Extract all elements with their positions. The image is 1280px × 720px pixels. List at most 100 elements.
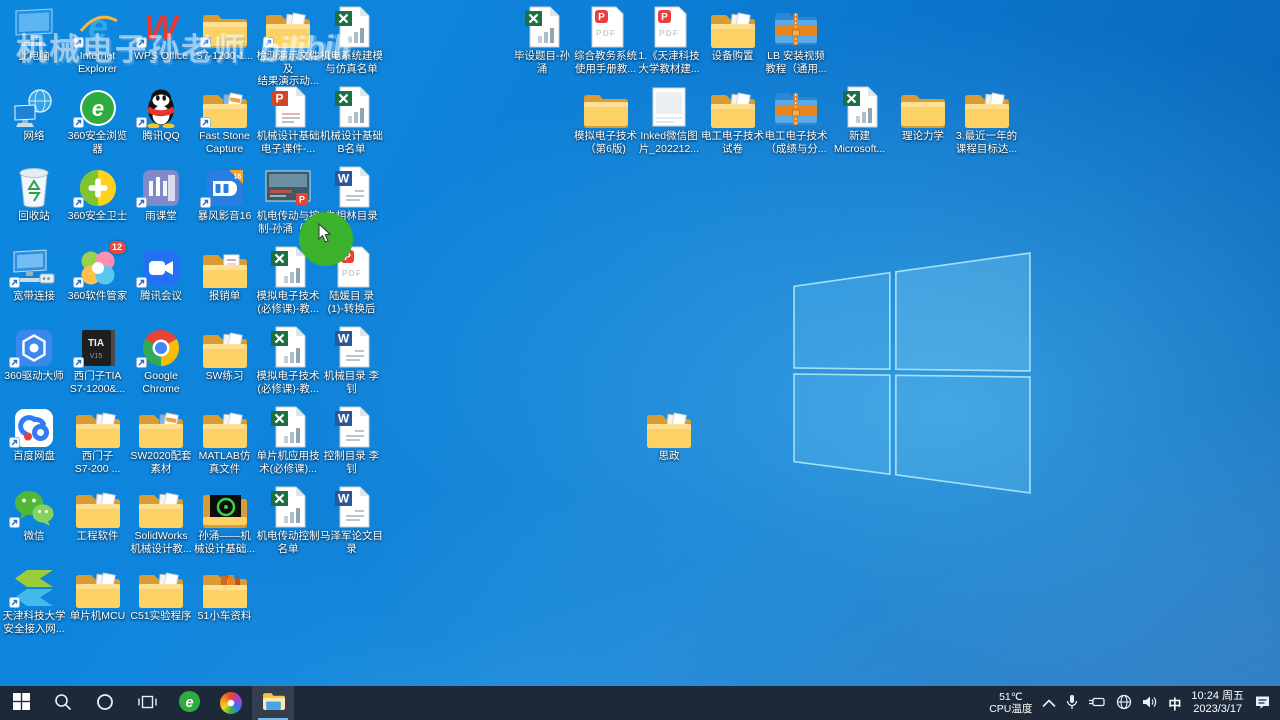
desktop-icon-360-safe-guard[interactable]: 360安全卫士 [66,166,130,223]
taskbar-360-speed-browser-button[interactable] [210,686,252,720]
desktop-icon-mech-dir-li-zhao[interactable]: W 机械目录 李 钊 [320,326,384,395]
icon-label: 机械设计基础 电子课件-... [256,130,320,155]
desktop-icon-mech-design-roster-b[interactable]: 机械设计基础 B名单 [320,86,384,155]
desktop-icon-recycle-bin[interactable]: 回收站 [2,166,66,223]
speaker-icon [1142,695,1158,712]
textbook-construction-icon: P PDF [637,6,701,48]
icon-label: 西门子 S7-200 ... [74,450,121,475]
desktop-icon-lb-install-video[interactable]: LB 安装视频 教程（通用... [764,6,828,75]
svg-text:PDF: PDF [596,28,616,38]
360-browser-icon: e [178,690,201,716]
desktop-icon-course-target[interactable]: 3.最近一年的 课程目标达... [955,86,1019,155]
desktop-icon-elec-exam-papers[interactable]: 电工电子技术 试卷 [701,86,765,155]
tencent-meeting-icon [129,246,193,288]
desktop-icon-network[interactable]: 网络 [2,86,66,143]
yuketang-icon [129,166,193,208]
desktop-icon-51-car-materials[interactable]: 51小车资料 [193,566,257,623]
cpu-temp-widget[interactable]: 51℃ CPU温度 [984,686,1037,720]
desktop-icon-baidu-netdisk[interactable]: 百度网盘 [2,406,66,463]
icon-label: 360安全浏览 器 [67,130,128,155]
desktop-icon-edu-system-manual[interactable]: P PDF 综合教务系统 使用手册教... [574,6,638,75]
desktop-icon-ma-zejun-thesis-dir[interactable]: W 马泽军论文目 录 [320,486,384,555]
search-button[interactable] [42,686,84,720]
desktop-icon-sizheng[interactable]: 思政 [637,406,701,463]
desktop-icon-sunyong-mech-design[interactable]: 孙涌——机 械设计基础... [193,486,257,555]
elec-scores-icon [764,86,828,128]
desktop-icon-engineering-software[interactable]: 工程软件 [66,486,130,543]
taskbar-file-explorer-button[interactable] [252,686,294,720]
broadband-connection-icon [2,246,66,288]
desktop-icon-broadband-connection[interactable]: 宽带连接 [2,246,66,303]
desktop-icon-textbook-construction[interactable]: P PDF 1.《天津科技 大学教材建... [637,6,701,75]
action-center-button[interactable] [1249,686,1276,720]
desktop-icon-sw2020-materials[interactable]: SW2020配套 素材 [129,406,193,475]
cortana-button[interactable] [84,686,126,720]
desktop-icon-demo-files-folder[interactable]: 检测演示文件及 结果演示动... [256,6,320,88]
desktop-icon-analog-elec-6th[interactable]: 模拟电子技术 （第6版) [574,86,638,155]
desktop-icon-mcu-app-tech[interactable]: 单片机应用技 术(必修课)... [256,406,320,475]
desktop-icon-c51-programs[interactable]: C51实验程序 [129,566,193,623]
new-microsoft-excel-icon [828,86,892,128]
desktop-icon-new-microsoft-excel[interactable]: 新建 Microsoft... [828,86,892,155]
desktop-icon-mech-design-courseware[interactable]: P 机械设计基础 电子课件-... [256,86,320,155]
desktop-icon-analog-elec-required-2[interactable]: 模拟电子技术 (必修课)-教... [256,326,320,395]
clock[interactable]: 10:24 周五 2023/3/17 [1186,686,1249,720]
usb-device-tray-button[interactable] [1083,686,1111,720]
mech-dir-li-zhao-icon: W [320,326,384,368]
desktop-icon-mech-system-roster[interactable]: 机电系统建模 与仿真名单 [320,6,384,75]
desktop-icon-theoretical-mechanics[interactable]: 理论力学 [891,86,955,143]
taskbar: e 51℃ CPU温度 中 10:24 周五 2023/3/17 [0,686,1280,720]
desktop-icon-thesis-topics[interactable]: 毕设题目-孙 涌 [510,6,574,75]
shortcut-arrow-icon [9,517,20,528]
desktop-icon-elec-scores[interactable]: 电工电子技术 （成绩与分... [764,86,828,155]
desktop-icon-tencent-qq[interactable]: 腾讯QQ [129,86,193,143]
desktop-icon-wechat[interactable]: 微信 [2,486,66,543]
icon-label: 模拟电子技术 （第6版) [574,130,637,155]
svg-text:16: 16 [233,174,241,181]
desktop-icon-control-dir-li-zhao[interactable]: W 控制目录 李 钊 [320,406,384,475]
svg-text:P: P [275,92,283,106]
desktop-icon-storm-player-16[interactable]: 16 暴风影音16 [193,166,257,223]
microphone-icon [1066,694,1078,713]
desktop-icon-google-chrome[interactable]: Google Chrome [129,326,193,395]
desktop-icon-sw-practice[interactable]: SW练习 [193,326,257,383]
desktop-icon-yuketang[interactable]: 雨课堂 [129,166,193,223]
taskbar-360-browser-button[interactable]: e [168,686,210,720]
desktop-icon-drive-control-roster[interactable]: 机电传动控制 名单 [256,486,320,555]
desktop-icon-siemens-s7-200[interactable]: 西门子 S7-200 ... [66,406,130,475]
network-tray-button[interactable] [1111,686,1137,720]
desktop-icon-internet-explorer[interactable]: e Internet Explorer [66,6,130,75]
desktop-icons-layer: 此电脑 e Internet Explorer W WPS Office S7-1200 … [0,0,1280,686]
desktop-icon-campus-vpn[interactable]: 天津科技大学 安全接入网... [2,566,66,635]
desktop-icon-matlab-sim-files[interactable]: MATLAB仿 真文件 [193,406,257,475]
desktop-icon-360-safe-browser[interactable]: e 360安全浏览 器 [66,86,130,155]
desktop-icon-equipment-purchase[interactable]: 设备购置 [701,6,765,63]
desktop-icon-expense-form[interactable]: 报销单 [193,246,257,303]
svg-text:W: W [337,172,349,186]
volume-tray-button[interactable] [1137,686,1163,720]
desktop-icon-mcu-folder[interactable]: 单片机MCU [66,566,130,623]
desktop-icon-tencent-meeting[interactable]: 腾讯会议 [129,246,193,303]
desktop-icon-360-driver-master[interactable]: 360驱动大师 [2,326,66,383]
start-button[interactable] [0,686,42,720]
icon-label: 新建 Microsoft... [833,130,886,155]
task-view-button[interactable] [126,686,168,720]
clock-time: 10:24 周五 [1191,690,1244,702]
tray-expand-button[interactable] [1037,686,1061,720]
icon-label: 1.《天津科技 大学教材建... [638,50,700,75]
desktop-icon-solidworks-teaching[interactable]: SolidWorks 机械设计教... [129,486,193,555]
desktop-icon-siemens-tia[interactable]: TIA V15 西门子TIA S7-1200&... [66,326,130,395]
svg-text:P: P [299,195,305,205]
desktop-icon-faststone-capture[interactable]: Fast Stone Capture [193,86,257,155]
ime-indicator[interactable]: 中 [1163,686,1186,720]
desktop-icon-wps-office[interactable]: W WPS Office [129,6,193,63]
shortcut-arrow-icon [199,197,211,208]
icon-label: Google Chrome [142,370,180,395]
desktop-icon-360-software-manager[interactable]: 12 360软件管家 [66,241,130,303]
desktop-icon-inked-wechat-image[interactable]: Inked微信图 片_202212... [637,86,701,155]
desktop-icon-this-pc[interactable]: 此电脑 [2,6,66,63]
microphone-tray-button[interactable] [1061,686,1083,720]
desktop-icon-s7-1200-folder[interactable]: S7-1200 1... [193,6,257,63]
siemens-tia-icon: TIA V15 [66,326,130,368]
icon-label: 暴风影音16 [197,210,252,222]
